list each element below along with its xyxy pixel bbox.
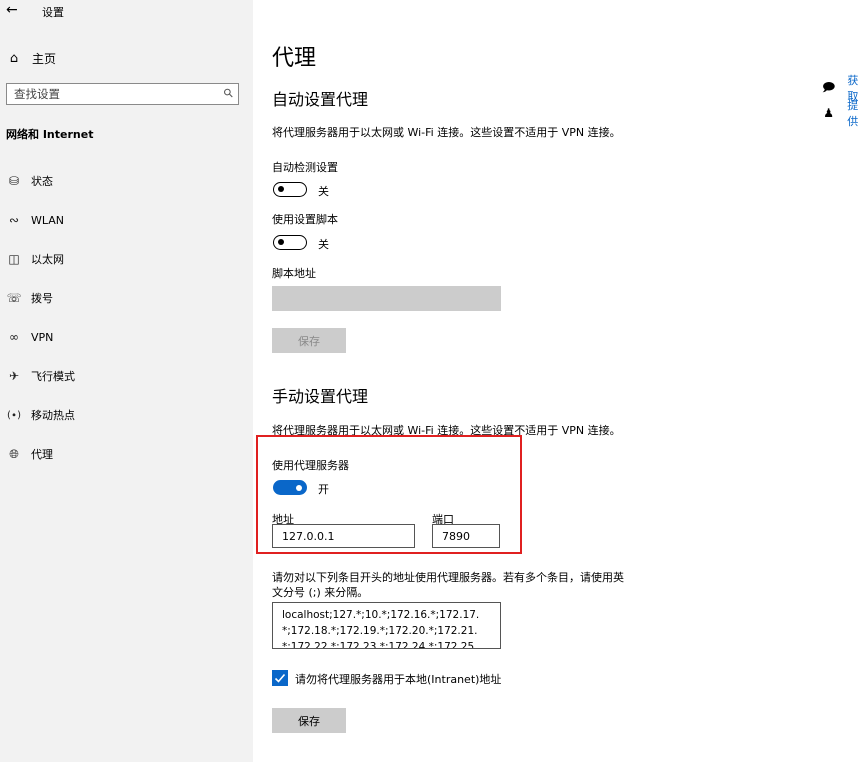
home-icon: ⌂ [9, 50, 19, 66]
sidebar-item-label: 代理 [31, 448, 53, 461]
proxy-port-field[interactable] [432, 524, 500, 548]
dialup-icon: ☏ [6, 291, 22, 305]
status-globe-icon: ⛁ [8, 174, 20, 188]
sidebar-item-label: 拨号 [31, 292, 53, 305]
sidebar-item-label: 状态 [31, 175, 53, 188]
exceptions-description-line2: 文分号 (;) 来分隔。 [272, 586, 369, 599]
auto-detect-label: 自动检测设置 [272, 161, 338, 174]
page-title: 代理 [272, 46, 317, 71]
sidebar-item-dialup[interactable]: ☏ 拨号 [6, 288, 53, 308]
setup-script-state: 关 [318, 238, 329, 251]
sidebar-item-ethernet[interactable]: ◫ 以太网 [6, 249, 64, 269]
sidebar-item-label: 移动热点 [31, 409, 75, 422]
proxy-address-input[interactable] [282, 530, 402, 543]
sidebar-item-label: VPN [31, 330, 54, 344]
script-address-input[interactable] [272, 286, 501, 311]
search-icon[interactable]: ⚲ [221, 85, 237, 101]
ethernet-icon: ◫ [8, 252, 20, 266]
checkmark-icon [274, 673, 286, 683]
sidebar-item-label: WLAN [31, 213, 65, 227]
exceptions-description-line1: 请勿对以下列条目开头的地址使用代理服务器。若有多个条目，请使用英 [272, 571, 624, 584]
wifi-icon: ∾ [8, 213, 20, 227]
script-address-label: 脚本地址 [272, 267, 316, 280]
hotspot-icon: (∙) [6, 409, 22, 421]
section-title: 网络和 Internet [6, 128, 94, 141]
exceptions-textarea[interactable]: localhost;127.*;10.*;172.16.*;172.17.*;1… [272, 602, 501, 649]
back-arrow-icon[interactable]: ← [6, 2, 18, 18]
sidebar-item-vpn[interactable]: ∞ VPN [6, 327, 53, 347]
use-proxy-toggle[interactable] [273, 480, 307, 495]
vpn-icon: ∞ [9, 330, 19, 344]
auto-detect-state: 关 [318, 185, 329, 198]
sidebar-item-label: 飞行模式 [31, 370, 75, 383]
manual-proxy-heading: 手动设置代理 [272, 387, 369, 406]
get-help-link[interactable]: 🗩︎ 获取 [822, 74, 868, 103]
auto-proxy-heading: 自动设置代理 [272, 90, 369, 109]
airplane-icon: ✈ [8, 369, 20, 383]
search-box[interactable]: ⚲ [6, 83, 239, 105]
search-input[interactable] [14, 87, 214, 101]
give-feedback-link[interactable]: ♟ 提供 [822, 99, 868, 128]
auto-save-button[interactable]: 保存 [272, 328, 346, 353]
give-feedback-label: 提供 [847, 99, 859, 128]
sidebar-home[interactable]: ⌂ 主页 [6, 48, 56, 68]
feedback-person-icon: ♟ [823, 106, 834, 120]
setup-script-toggle[interactable] [273, 235, 307, 250]
auto-proxy-description: 将代理服务器用于以太网或 Wi-Fi 连接。这些设置不适用于 VPN 连接。 [272, 126, 621, 139]
app-title: 设置 [42, 6, 64, 19]
help-chat-icon: 🗩︎ [822, 79, 836, 94]
home-label: 主页 [32, 51, 57, 66]
use-proxy-state: 开 [318, 483, 329, 496]
use-proxy-label: 使用代理服务器 [272, 459, 349, 472]
setup-script-label: 使用设置脚本 [272, 213, 338, 226]
sidebar-item-wlan[interactable]: ∾ WLAN [6, 210, 64, 230]
proxy-address-field[interactable] [272, 524, 415, 548]
proxy-port-input[interactable] [442, 530, 492, 543]
toggle-knob [296, 484, 302, 491]
auto-detect-toggle[interactable] [273, 182, 307, 197]
sidebar-item-airplane[interactable]: ✈ 飞行模式 [6, 366, 75, 386]
proxy-globe-icon: 🌐︎ [9, 446, 19, 461]
manual-save-button[interactable]: 保存 [272, 708, 346, 733]
toggle-knob [278, 185, 284, 192]
sidebar: ← 设置 ⌂ 主页 ⚲ 网络和 Internet ⛁ 状态 ∾ WLAN ◫ 以… [0, 0, 253, 762]
sidebar-item-hotspot[interactable]: (∙) 移动热点 [6, 405, 75, 425]
sidebar-item-status[interactable]: ⛁ 状态 [6, 171, 53, 191]
toggle-knob [278, 238, 284, 245]
local-bypass-checkbox[interactable] [272, 670, 288, 686]
sidebar-item-proxy[interactable]: 🌐︎ 代理 [6, 444, 53, 464]
exceptions-text: localhost;127.*;10.*;172.16.*;172.17.*;1… [282, 609, 480, 649]
sidebar-item-label: 以太网 [31, 253, 64, 266]
local-bypass-label: 请勿将代理服务器用于本地(Intranet)地址 [295, 673, 502, 686]
